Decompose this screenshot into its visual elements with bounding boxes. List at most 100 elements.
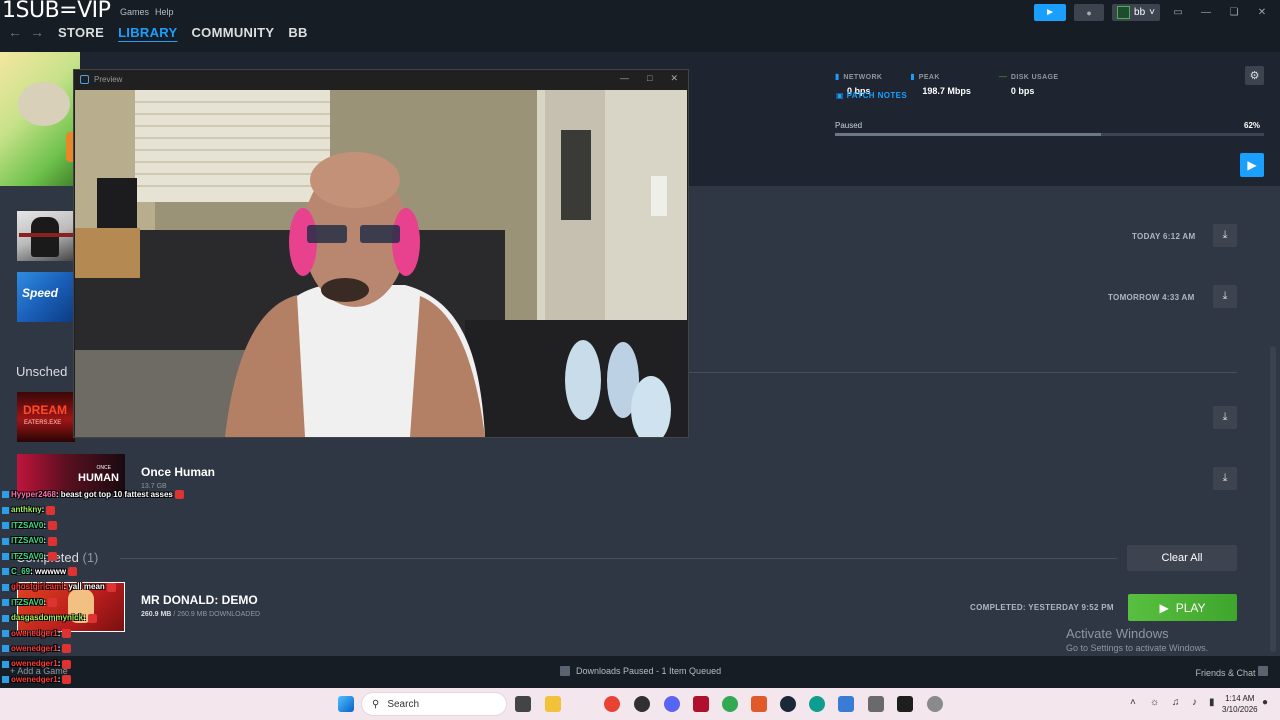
taskbar-clock[interactable]: 1:14 AM 3/10/2026 <box>1222 693 1258 715</box>
scrollbar[interactable] <box>1270 346 1276 652</box>
obs-icon[interactable] <box>634 696 650 712</box>
account-name: bb <box>1134 7 1146 18</box>
big-picture-icon[interactable]: ▭ <box>1168 7 1188 18</box>
notification-icon[interactable]: ● <box>1262 697 1268 708</box>
chrome-icon[interactable] <box>604 696 620 712</box>
taskbar-search-label: Search <box>387 698 420 710</box>
preview-window[interactable]: Preview — □ ✕ <box>73 69 689 438</box>
chat-badge-icon <box>2 614 9 622</box>
chat-message: ITZSAV0: <box>2 552 57 561</box>
maximize-icon[interactable]: □ <box>647 73 652 84</box>
game-thumbnail[interactable]: ONCE HUMAN <box>17 454 125 494</box>
play-icon[interactable]: ▶ <box>1240 153 1264 177</box>
forward-arrow-icon[interactable]: → <box>30 24 44 40</box>
browser-icon[interactable] <box>722 696 738 712</box>
avatar <box>1117 6 1131 19</box>
photos-icon[interactable] <box>838 696 854 712</box>
hero-artwork <box>0 52 80 186</box>
minimize-icon[interactable]: — <box>1196 7 1216 18</box>
help-menu[interactable]: Help <box>155 7 174 17</box>
download-icon[interactable]: ⤓ <box>1213 406 1237 429</box>
edge-icon[interactable] <box>809 696 825 712</box>
chat-badge-icon <box>2 583 9 591</box>
app-icon[interactable] <box>868 696 884 712</box>
adobe-icon[interactable] <box>693 696 709 712</box>
windows-start-icon[interactable] <box>338 696 354 712</box>
taskbar-search[interactable]: ⚲ Search <box>361 692 507 716</box>
download-icon[interactable]: ⤓ <box>1213 467 1237 490</box>
preview-title: Preview <box>94 75 123 84</box>
chat-text: : <box>57 628 61 638</box>
chevron-up-icon[interactable]: ˄ <box>1130 697 1136 708</box>
emote-icon <box>174 490 184 500</box>
nav-store[interactable]: STORE <box>58 25 104 40</box>
minimize-icon[interactable]: — <box>620 73 629 84</box>
chat-badge-icon <box>2 645 9 653</box>
app-icon[interactable] <box>927 696 943 712</box>
megaphone-icon[interactable]: ► <box>1034 4 1067 21</box>
clear-all-button[interactable]: Clear All <box>1127 545 1237 571</box>
game-title[interactable]: Once Human <box>141 465 215 479</box>
close-icon[interactable]: ✕ <box>1252 7 1272 18</box>
gear-icon[interactable]: ⚙ <box>1245 66 1264 85</box>
app-icon[interactable] <box>751 696 767 712</box>
download-icon[interactable]: ⤓ <box>1213 285 1237 308</box>
speaker-icon[interactable]: ♪ <box>1192 697 1197 708</box>
back-arrow-icon[interactable]: ← <box>8 24 22 40</box>
emote-icon <box>47 536 57 546</box>
peak-label: PEAK <box>918 74 940 81</box>
thumb-text: HUMAN <box>78 472 119 484</box>
game-thumbnail[interactable]: Speed <box>17 272 75 322</box>
clock-time: 1:14 AM <box>1225 694 1255 703</box>
close-icon[interactable]: ✕ <box>670 73 678 84</box>
thumb-detail <box>19 233 73 237</box>
game-thumbnail[interactable]: DREAM EATERS.EXE <box>17 392 75 442</box>
game-thumbnail[interactable] <box>17 211 75 261</box>
webcam-image <box>75 90 687 437</box>
games-menu[interactable]: Games <box>120 7 149 17</box>
download-icon[interactable]: ⤓ <box>1213 224 1237 247</box>
preview-window-controls: — □ ✕ <box>620 73 678 84</box>
nav-community[interactable]: COMMUNITY <box>191 25 274 40</box>
game-title[interactable]: MR DONALD: DEMO <box>141 593 258 607</box>
network-label: NETWORK <box>843 74 883 81</box>
patch-notes-link[interactable]: ▣ PATCH NOTES <box>836 91 907 100</box>
chat-username: dasgasdommynick <box>11 613 84 623</box>
section-divider <box>120 558 1117 559</box>
emote-icon <box>47 551 57 561</box>
terminal-icon[interactable] <box>897 696 913 712</box>
peak-stat: ▮ PEAK 198.7 Mbps <box>910 66 971 96</box>
emote-icon <box>62 644 72 654</box>
friends-chat-button[interactable]: Friends & Chat <box>1195 666 1268 678</box>
chat-badge-icon <box>2 552 9 560</box>
maximize-icon[interactable]: ❏ <box>1224 7 1244 18</box>
chat-message: ITZSAV0: <box>2 536 57 546</box>
discord-icon[interactable] <box>664 696 680 712</box>
play-button[interactable]: ▶ PLAY <box>1128 594 1237 621</box>
hero-character <box>18 82 70 126</box>
account-menu[interactable]: bb ˅ <box>1112 4 1160 21</box>
chat-message: C_69: wwwww <box>2 567 78 577</box>
task-view-icon[interactable] <box>515 696 531 712</box>
chat-badge-icon <box>2 676 9 684</box>
steam-icon[interactable] <box>780 696 796 712</box>
chat-message: anthkny: <box>2 505 56 515</box>
microphone-icon[interactable]: ♫ <box>1172 697 1180 708</box>
windows-activation-watermark: Activate Windows Go to Settings to activ… <box>1066 626 1208 653</box>
unscheduled-title: Unsched <box>16 364 68 379</box>
chat-text: : <box>43 597 46 607</box>
file-explorer-icon[interactable] <box>545 696 561 712</box>
thumb-text: DREAM <box>23 403 67 417</box>
nav-user[interactable]: BB <box>288 25 307 40</box>
nav-library[interactable]: LIBRARY <box>118 25 177 40</box>
download-status-icon <box>560 666 570 676</box>
play-icon: ▶ <box>1159 600 1169 615</box>
preview-titlebar[interactable]: Preview — □ ✕ <box>74 70 688 90</box>
downloads-status[interactable]: Downloads Paused - 1 Item Queued <box>560 666 721 676</box>
game-size: 13.7 GB <box>141 483 167 490</box>
network-tray-icon[interactable]: ☼ <box>1150 697 1159 708</box>
bell-icon[interactable]: ● <box>1074 4 1105 21</box>
battery-icon[interactable]: ▮ <box>1209 697 1215 708</box>
progress-fill <box>835 133 1101 136</box>
chat-badge-icon <box>2 660 9 668</box>
